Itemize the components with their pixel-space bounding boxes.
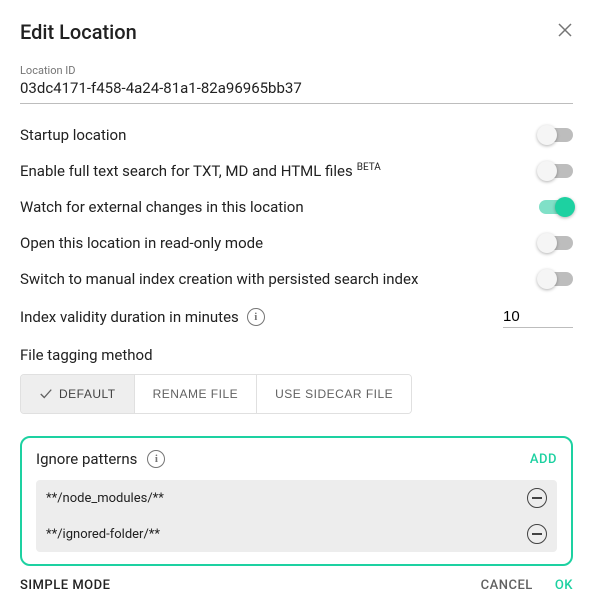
manual-index-label: Switch to manual index creation with per… — [20, 270, 418, 288]
beta-badge: BETA — [357, 162, 381, 173]
watch-changes-label: Watch for external changes in this locat… — [20, 198, 304, 216]
info-icon[interactable]: i — [247, 308, 265, 326]
index-duration-input[interactable] — [503, 306, 573, 328]
location-id-label: Location ID — [20, 64, 573, 77]
simple-mode-button[interactable]: SIMPLE MODE — [20, 578, 110, 593]
file-tagging-label: File tagging method — [20, 346, 573, 364]
startup-location-toggle[interactable] — [539, 128, 573, 142]
readonly-mode-label: Open this location in read-only mode — [20, 234, 263, 252]
info-icon[interactable]: i — [147, 450, 165, 468]
remove-icon[interactable] — [527, 488, 547, 508]
pattern-text: **/node_modules/** — [46, 491, 164, 506]
pattern-text: **/ignored-folder/** — [46, 527, 160, 542]
dialog-title: Edit Location — [20, 20, 137, 44]
cancel-button[interactable]: CANCEL — [481, 578, 533, 593]
pattern-list: **/node_modules/** **/ignored-folder/** — [36, 480, 557, 552]
fulltext-search-toggle[interactable] — [539, 164, 573, 178]
ok-button[interactable]: OK — [555, 578, 573, 593]
ignore-patterns-label: Ignore patterns — [36, 450, 137, 468]
ignore-patterns-section: Ignore patterns i ADD **/node_modules/**… — [20, 436, 573, 566]
index-duration-label: Index validity duration in minutes — [20, 308, 239, 326]
check-icon — [39, 387, 53, 401]
fulltext-search-label: Enable full text search for TXT, MD and … — [20, 162, 381, 180]
tagging-rename-button[interactable]: RENAME FILE — [135, 375, 258, 413]
remove-icon[interactable] — [527, 524, 547, 544]
watch-changes-toggle[interactable] — [539, 200, 573, 214]
list-item: **/node_modules/** — [36, 480, 557, 516]
startup-location-label: Startup location — [20, 126, 126, 144]
list-item: **/ignored-folder/** — [36, 516, 557, 552]
location-id-value: 03dc4171-f458-4a24-81a1-82a96965bb37 — [20, 79, 573, 104]
close-icon[interactable] — [557, 22, 573, 43]
readonly-mode-toggle[interactable] — [539, 236, 573, 250]
tagging-sidecar-button[interactable]: USE SIDECAR FILE — [257, 375, 411, 413]
tagging-method-group: DEFAULT RENAME FILE USE SIDECAR FILE — [20, 374, 412, 414]
tagging-default-button[interactable]: DEFAULT — [21, 375, 135, 413]
manual-index-toggle[interactable] — [539, 272, 573, 286]
add-pattern-button[interactable]: ADD — [530, 452, 557, 467]
